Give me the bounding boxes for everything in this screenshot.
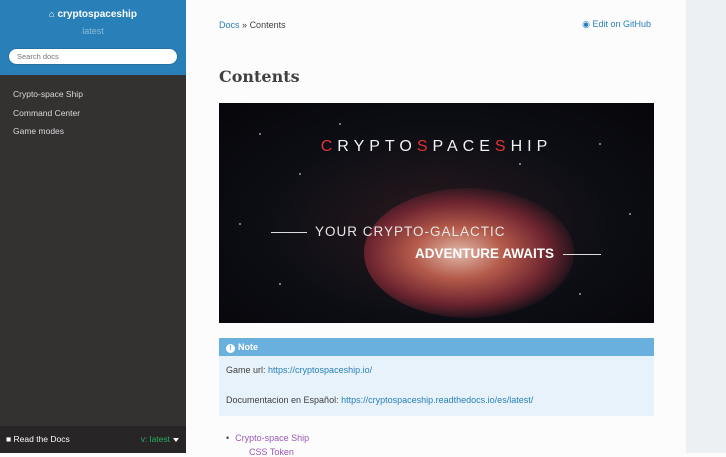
toc-link-css-token[interactable]: CSS Token — [249, 447, 294, 457]
book-icon: ■ — [6, 434, 12, 444]
home-icon: ⌂ — [49, 9, 55, 19]
breadcrumb-current: Contents — [249, 20, 286, 30]
logo-letter: S — [494, 138, 511, 155]
banner-image: CRYPTOSPACESHIP YOUR CRYPTO-GALACTIC ADV… — [219, 103, 654, 323]
note-doc-es: Documentacion en Español: https://crypto… — [219, 395, 533, 405]
logo-letter: C — [320, 138, 338, 155]
toc-subitem: CSS Token — [249, 447, 294, 457]
banner-line — [563, 254, 601, 255]
sidebar-item-crypto-space-ship[interactable]: Crypto-space Ship — [0, 85, 186, 104]
rtd-label: ■ Read the Docs — [6, 434, 70, 444]
banner-line — [271, 232, 307, 233]
caret-down-icon — [173, 437, 179, 442]
logo-letter: S — [416, 138, 433, 155]
banner-tagline-2: ADVENTURE AWAITS — [415, 246, 555, 261]
search-input[interactable] — [8, 48, 178, 65]
edit-on-github-link[interactable]: ◉ Edit on GitHub — [582, 19, 651, 30]
page-gutter — [686, 0, 726, 453]
doc-es-label: Documentacion en Español: — [226, 395, 339, 405]
project-home-link[interactable]: ⌂ cryptospaceship — [0, 0, 186, 20]
banner-logo: CRYPTOSPACESHIP — [219, 138, 654, 156]
note-header: ! Note — [219, 338, 654, 356]
logo-part: RYPTO — [337, 138, 417, 155]
project-title: cryptospaceship — [57, 9, 137, 20]
breadcrumb: Docs » Contents — [219, 20, 286, 30]
breadcrumb-separator: » — [242, 20, 248, 30]
version-selector-label: v: latest — [140, 434, 170, 444]
game-url-label: Game url: — [226, 365, 266, 375]
logo-part: PACE — [432, 138, 495, 155]
version-label: latest — [82, 26, 104, 36]
sidebar: ⌂cryptospaceship latest Crypto-space Shi… — [0, 0, 186, 453]
note-title: Note — [238, 342, 258, 352]
logo-part: HIP — [510, 138, 553, 155]
game-url-link[interactable]: https://cryptospaceship.io/ — [268, 365, 372, 375]
sidebar-item-command-center[interactable]: Command Center — [0, 104, 186, 123]
toc-link-crypto-space-ship[interactable]: Crypto-space Ship — [235, 433, 309, 443]
note-admonition: ! Note Game url: https://cryptospaceship.… — [219, 338, 654, 416]
breadcrumb-docs-link[interactable]: Docs — [219, 20, 240, 30]
banner-tagline-1: YOUR CRYPTO-GALACTIC — [315, 224, 506, 239]
doc-es-link[interactable]: https://cryptospaceship.readthedocs.io/e… — [341, 395, 533, 405]
info-icon: ! — [226, 344, 235, 353]
note-game-url: Game url: https://cryptospaceship.io/ — [219, 365, 372, 375]
main-content: Docs » Contents ◉ Edit on GitHub Content… — [186, 0, 686, 457]
rtd-text: Read the Docs — [13, 434, 70, 444]
edit-on-github-label: Edit on GitHub — [592, 19, 651, 29]
bullet-icon: • — [226, 433, 230, 443]
github-icon: ◉ — [582, 19, 590, 29]
version-selector[interactable]: v: latest — [141, 434, 179, 444]
rtd-footer[interactable]: ■ Read the Docs v: latest — [0, 426, 186, 453]
sidebar-item-game-modes[interactable]: Game modes — [0, 122, 186, 141]
sidebar-nav: Crypto-space Ship Command Center Game mo… — [0, 85, 186, 141]
page-title: Contents — [219, 67, 300, 86]
toc-item: • Crypto-space Ship — [226, 433, 309, 443]
